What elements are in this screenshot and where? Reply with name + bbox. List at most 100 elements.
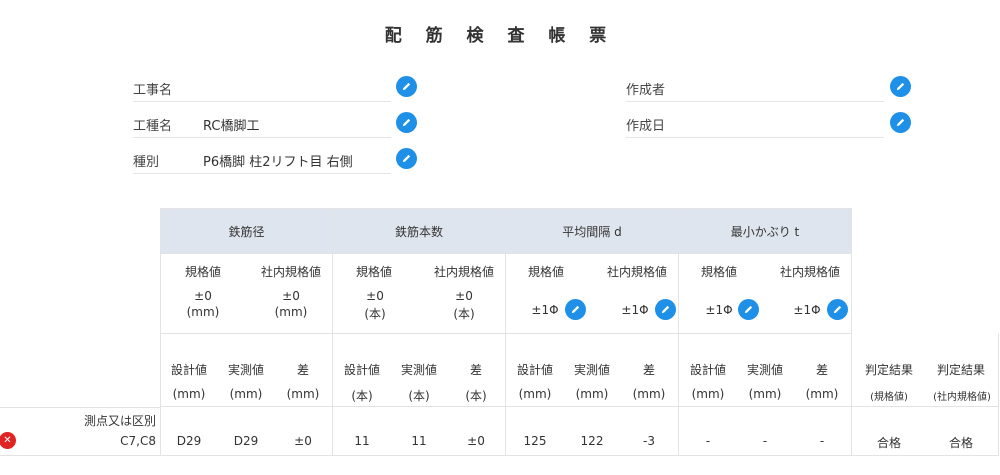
colhead-result-spec-sub: (規格値) bbox=[870, 392, 908, 403]
colhead-unit-design-g1: (mm) bbox=[172, 387, 206, 401]
inhouse-value-g3: ±1Φ bbox=[621, 303, 649, 317]
pencil-icon bbox=[833, 305, 842, 314]
row-value-spacing-design: 125 bbox=[523, 434, 547, 448]
edit-kouji-button[interactable] bbox=[396, 76, 417, 97]
sakuseisha-label: 作成者 bbox=[626, 83, 666, 98]
page-title: 配 筋 検 査 帳 票 bbox=[384, 26, 616, 46]
sakuseisha-field: 作成者 bbox=[626, 72, 884, 102]
pencil-icon bbox=[896, 82, 905, 91]
row-value-count-diff: ±0 bbox=[467, 434, 485, 448]
inhouse-unit-g2: (本) bbox=[453, 307, 475, 321]
close-icon: ✕ bbox=[3, 434, 12, 446]
colhead-unit-actual-g1: (mm) bbox=[229, 387, 263, 401]
colhead-actual-g4: 実測値 bbox=[746, 363, 783, 377]
inhouse-unit-g1: (mm) bbox=[274, 305, 308, 319]
colhead-diff-g3: 差 bbox=[642, 363, 655, 377]
colhead-diff-g2: 差 bbox=[469, 363, 482, 377]
row-value-result-spec: 合格 bbox=[876, 436, 901, 450]
inhouse-label-g1: 社内規格値 bbox=[260, 265, 321, 279]
colhead-design-g3: 設計値 bbox=[516, 363, 553, 377]
row-label-value: C7,C8 bbox=[120, 434, 156, 448]
group-header-count: 鉄筋本数 bbox=[333, 208, 506, 254]
data-cell-diameter bbox=[160, 407, 333, 456]
colhead-design-g4: 設計値 bbox=[689, 363, 726, 377]
row-value-diameter-design: D29 bbox=[176, 434, 202, 448]
row-value-spacing-diff: -3 bbox=[643, 434, 655, 448]
spec-value-g3: ±1Φ bbox=[531, 303, 559, 317]
pencil-icon bbox=[402, 82, 411, 91]
inhouse-label-g3: 社内規格値 bbox=[606, 265, 667, 279]
row-value-cover-diff: - bbox=[819, 434, 825, 448]
kouji-label: 工事名 bbox=[133, 83, 173, 98]
group-header-diameter: 鉄筋径 bbox=[160, 208, 333, 254]
colhead-unit-diff-g1: (mm) bbox=[286, 387, 320, 401]
row-value-cover-design: - bbox=[705, 434, 711, 448]
spec-label-g1: 規格値 bbox=[184, 265, 221, 279]
edit-spacing-inhouse-button[interactable] bbox=[655, 299, 676, 320]
edit-sakuseibi-button[interactable] bbox=[890, 112, 911, 133]
colhead-design-g2: 設計値 bbox=[343, 363, 380, 377]
group-header-spacing: 平均間隔 d bbox=[506, 208, 679, 254]
colhead-unit-diff-g4: (mm) bbox=[805, 387, 839, 401]
row-value-spacing-actual: 122 bbox=[580, 434, 604, 448]
pencil-icon bbox=[896, 118, 905, 127]
edit-cover-inhouse-button[interactable] bbox=[827, 299, 848, 320]
kouji-field: 工事名 bbox=[133, 72, 391, 102]
data-cell-count bbox=[333, 407, 506, 456]
shubetsu-label: 種別 bbox=[133, 155, 160, 170]
row-value-diameter-actual: D29 bbox=[233, 434, 259, 448]
colhead-unit-actual-g2: (本) bbox=[408, 389, 430, 403]
spec-label-g2: 規格値 bbox=[355, 265, 392, 279]
sakuseibi-field: 作成日 bbox=[626, 108, 884, 138]
spec-label-g4: 規格値 bbox=[700, 265, 737, 279]
koushu-label: 工種名 bbox=[133, 119, 173, 134]
pencil-icon bbox=[744, 305, 753, 314]
colhead-unit-actual-g4: (mm) bbox=[748, 387, 782, 401]
colhead-diff-g1: 差 bbox=[296, 363, 309, 377]
shubetsu-field: 種別 P6橋脚 柱2リフト目 右側 bbox=[133, 144, 391, 174]
sakuseibi-label: 作成日 bbox=[626, 119, 666, 134]
colhead-result-inhouse: 判定結果 bbox=[936, 363, 985, 377]
shubetsu-value: P6橋脚 柱2リフト目 右側 bbox=[203, 155, 353, 170]
row-value-count-design: 11 bbox=[354, 434, 370, 448]
inhouse-value-g1: ±0 bbox=[282, 289, 300, 303]
inhouse-label-g2: 社内規格値 bbox=[433, 265, 494, 279]
spec-label-g3: 規格値 bbox=[527, 265, 564, 279]
data-cell-cover bbox=[679, 407, 852, 456]
colhead-design-g1: 設計値 bbox=[170, 363, 207, 377]
spec-value-g4: ±1Φ bbox=[705, 303, 733, 317]
edit-koushu-button[interactable] bbox=[396, 112, 417, 133]
inhouse-value-g4: ±1Φ bbox=[793, 303, 821, 317]
spec-unit-g2: (本) bbox=[364, 307, 386, 321]
koushu-field: 工種名 RC橋脚工 bbox=[133, 108, 391, 138]
colhead-actual-g1: 実測値 bbox=[227, 363, 264, 377]
edit-sakuseisha-button[interactable] bbox=[890, 76, 911, 97]
pencil-icon bbox=[571, 305, 580, 314]
colhead-actual-g3: 実測値 bbox=[573, 363, 610, 377]
row-value-count-actual: 11 bbox=[411, 434, 427, 448]
row-label-station: 測点又は区別 bbox=[83, 414, 156, 428]
data-cell-spacing bbox=[506, 407, 679, 456]
edit-shubetsu-button[interactable] bbox=[396, 148, 417, 169]
colhead-result-spec: 判定結果 bbox=[864, 363, 913, 377]
colhead-result-inhouse-sub: (社内規格値) bbox=[933, 392, 991, 403]
inhouse-value-g2: ±0 bbox=[455, 289, 473, 303]
colhead-actual-g2: 実測値 bbox=[400, 363, 437, 377]
spec-unit-g1: (mm) bbox=[186, 305, 220, 319]
pencil-icon bbox=[402, 154, 411, 163]
group-header-cover: 最小かぶり t bbox=[679, 208, 852, 254]
edit-spacing-spec-button[interactable] bbox=[565, 299, 586, 320]
colhead-unit-design-g2: (本) bbox=[351, 389, 373, 403]
spec-value-g2: ±0 bbox=[366, 289, 384, 303]
colhead-unit-actual-g3: (mm) bbox=[575, 387, 609, 401]
inhouse-label-g4: 社内規格値 bbox=[779, 265, 840, 279]
edit-cover-spec-button[interactable] bbox=[738, 299, 759, 320]
colhead-unit-design-g4: (mm) bbox=[691, 387, 725, 401]
pencil-icon bbox=[661, 305, 670, 314]
colhead-unit-diff-g2: (本) bbox=[465, 389, 487, 403]
row-value-cover-actual: - bbox=[762, 434, 768, 448]
colhead-unit-diff-g3: (mm) bbox=[632, 387, 666, 401]
colhead-unit-design-g3: (mm) bbox=[518, 387, 552, 401]
pencil-icon bbox=[402, 118, 411, 127]
row-value-result-inhouse: 合格 bbox=[948, 436, 973, 450]
